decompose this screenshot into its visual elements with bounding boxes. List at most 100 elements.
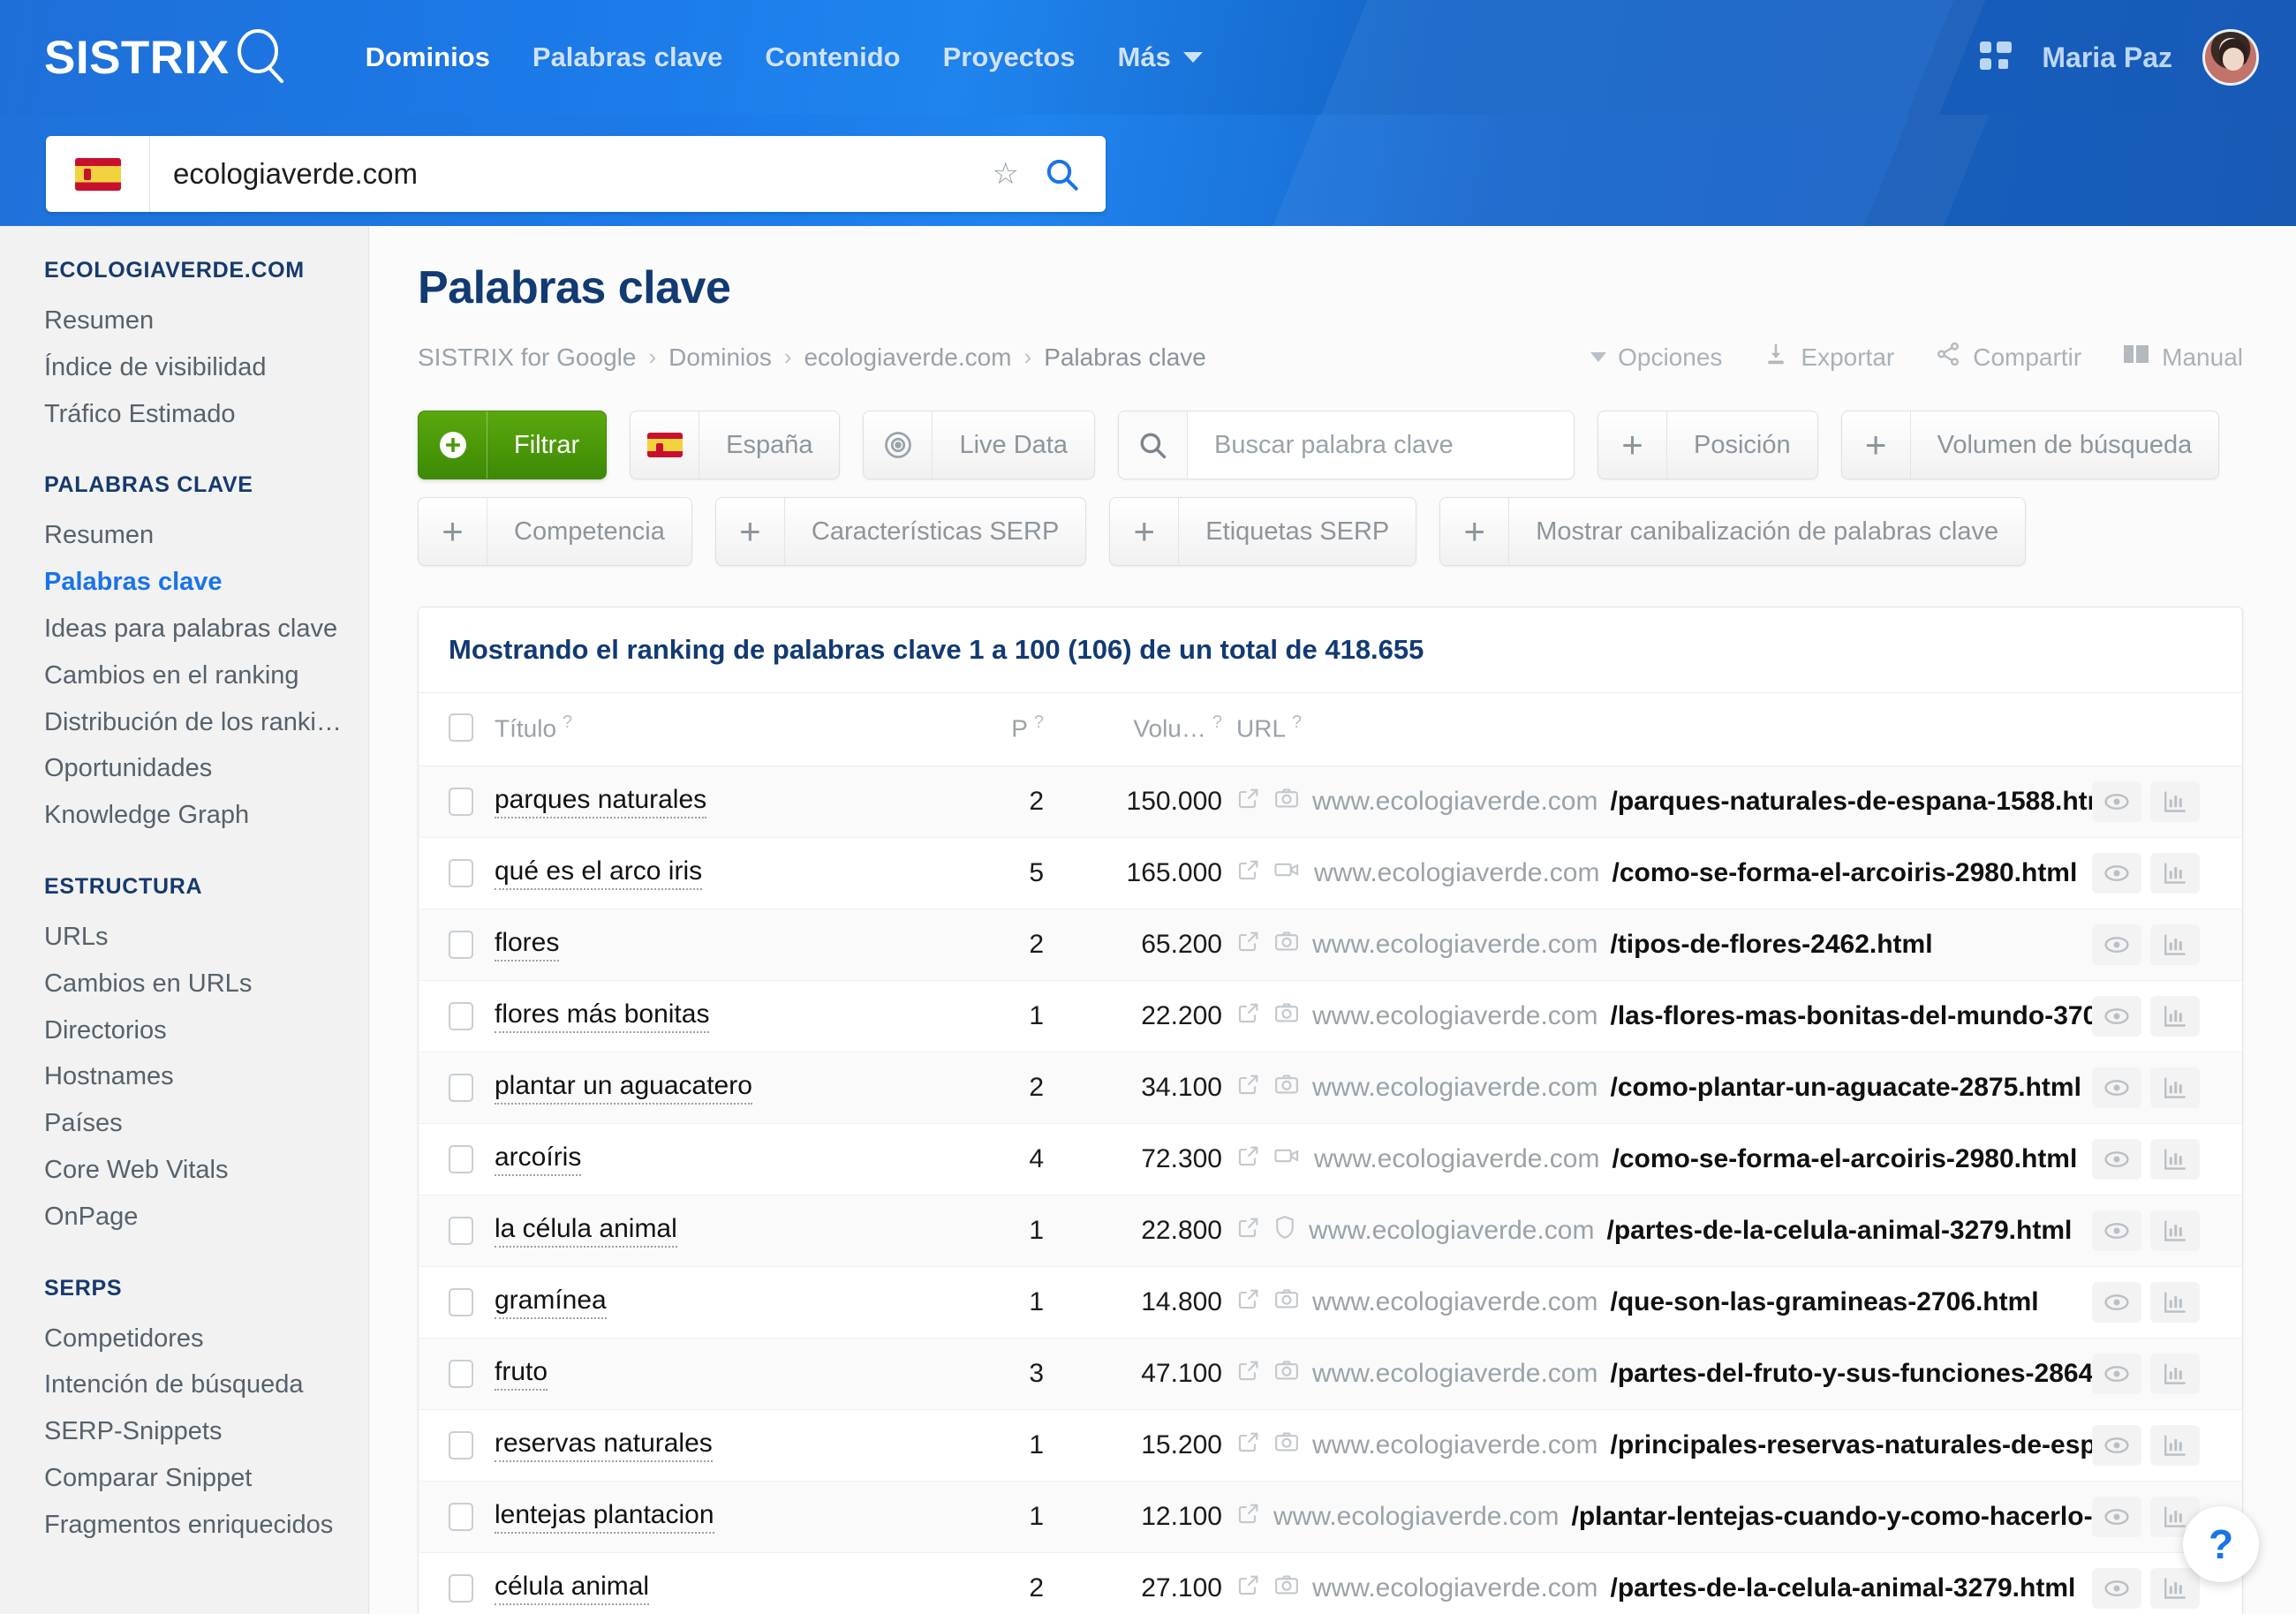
row-checkbox[interactable] (449, 1074, 473, 1103)
column-header-url[interactable]: URL? (1236, 693, 2092, 767)
sidebar-item-competidores[interactable]: Competidores (44, 1316, 368, 1362)
external-link-icon[interactable] (1236, 1501, 1261, 1533)
sidebar-item-resumen-domain[interactable]: Resumen (44, 298, 368, 344)
help-icon[interactable]: ? (2183, 1506, 2259, 1582)
eye-icon[interactable] (2092, 1282, 2141, 1324)
row-checkbox[interactable] (449, 1360, 473, 1389)
sidebar-item-fragmentos-enriquecidos[interactable]: Fragmentos enriquecidos (44, 1502, 368, 1549)
keyword-link[interactable]: plantar un aguacatero (495, 1071, 752, 1105)
sidebar-item-distribucion-rankings[interactable]: Distribución de los ranki… (44, 699, 368, 746)
eye-icon[interactable] (2092, 924, 2141, 966)
chart-bar-icon[interactable] (2150, 1139, 2200, 1180)
keyword-link[interactable]: flores más bonitas (495, 999, 710, 1034)
nav-item-mas[interactable]: Más (1118, 41, 1203, 73)
table-row[interactable]: la célula animal 1 22.800 www.ecologiaverde… (419, 1195, 2242, 1267)
sidebar-item-cambios-urls[interactable]: Cambios en URLs (44, 961, 368, 1007)
posicion-filter-button[interactable]: + Posición (1597, 411, 1818, 479)
external-link-icon[interactable] (1236, 1215, 1261, 1247)
breadcrumb-item-dominios[interactable]: Dominios (668, 343, 772, 372)
help-tooltip-icon[interactable]: ? (1212, 713, 1222, 732)
sidebar-item-hostnames[interactable]: Hostnames (44, 1053, 368, 1100)
sistrix-logo[interactable]: SISTRIX (44, 26, 286, 89)
chart-bar-icon[interactable] (2150, 1067, 2200, 1109)
keyword-link[interactable]: flores (495, 928, 560, 962)
column-header-titulo[interactable]: Título? (495, 693, 954, 767)
help-tooltip-icon[interactable]: ? (1034, 713, 1044, 732)
row-checkbox[interactable] (449, 1503, 473, 1532)
sidebar-item-core-web-vitals[interactable]: Core Web Vitals (44, 1147, 368, 1194)
manual-button[interactable]: Manual (2122, 343, 2243, 372)
external-link-icon[interactable] (1236, 1573, 1261, 1604)
table-row[interactable]: qué es el arco iris 5 165.000 www.ecologiav… (419, 837, 2242, 909)
breadcrumb-item-sistrix[interactable]: SISTRIX for Google (418, 343, 636, 372)
sidebar-item-intencion-busqueda[interactable]: Intención de búsqueda (44, 1361, 368, 1408)
external-link-icon[interactable] (1236, 1072, 1261, 1104)
select-all-checkbox[interactable] (449, 713, 473, 743)
chart-bar-icon[interactable] (2150, 1210, 2200, 1252)
sidebar-item-directorios[interactable]: Directorios (44, 1007, 368, 1054)
row-checkbox[interactable] (449, 1145, 473, 1174)
nav-item-palabras-clave[interactable]: Palabras clave (532, 41, 722, 73)
volumen-filter-button[interactable]: + Volumen de búsqueda (1840, 411, 2220, 479)
chart-bar-icon[interactable] (2150, 853, 2200, 894)
sidebar-item-oportunidades[interactable]: Oportunidades (44, 745, 368, 792)
keyword-link[interactable]: lentejas plantacion (495, 1500, 714, 1535)
external-link-icon[interactable] (1236, 857, 1261, 889)
row-checkbox[interactable] (449, 1288, 473, 1317)
column-header-posicion[interactable]: P? (954, 693, 1060, 767)
keyword-link[interactable]: la célula animal (495, 1214, 677, 1248)
sidebar-item-palabras-clave[interactable]: Palabras clave (44, 559, 368, 606)
keyword-search-pill[interactable] (1117, 411, 1575, 479)
options-button[interactable]: Opciones (1590, 343, 1722, 372)
keyword-link[interactable]: célula animal (495, 1572, 650, 1606)
sidebar-item-paises[interactable]: Países (44, 1100, 368, 1147)
external-link-icon[interactable] (1236, 1143, 1261, 1175)
eye-icon[interactable] (2092, 853, 2141, 894)
column-header-volumen[interactable]: Volu…? (1060, 693, 1236, 767)
sidebar-item-serp-snippets[interactable]: SERP-Snippets (44, 1408, 368, 1455)
eye-icon[interactable] (2092, 1425, 2141, 1467)
row-checkbox[interactable] (449, 859, 473, 888)
sidebar-item-cambios-ranking[interactable]: Cambios en el ranking (44, 652, 368, 699)
eye-icon[interactable] (2092, 1139, 2141, 1180)
chart-bar-icon[interactable] (2150, 1354, 2200, 1395)
country-filter-button[interactable]: España (630, 411, 841, 479)
country-selector[interactable] (46, 136, 150, 212)
table-row[interactable]: flores 2 65.200 www.ecologiaverde.com/tipos… (419, 909, 2242, 981)
table-row[interactable]: parques naturales 2 150.000 www.ecologiaver… (419, 766, 2242, 838)
keyword-link[interactable]: gramínea (495, 1286, 607, 1320)
keyword-link[interactable]: qué es el arco iris (495, 856, 703, 891)
caracteristicas-serp-filter-button[interactable]: + Características SERP (714, 497, 1087, 566)
table-row[interactable]: reservas naturales 1 15.200 www.ecologiaver… (419, 1409, 2242, 1482)
eye-icon[interactable] (2092, 996, 2141, 1037)
row-checkbox[interactable] (449, 1574, 473, 1603)
sidebar-item-comparar-snippet[interactable]: Comparar Snippet (44, 1455, 368, 1502)
live-data-button[interactable]: Live Data (863, 411, 1095, 479)
eye-icon[interactable] (2092, 1354, 2141, 1395)
sidebar-item-trafico-estimado[interactable]: Tráfico Estimado (44, 391, 368, 438)
etiquetas-serp-filter-button[interactable]: + Etiquetas SERP (1109, 497, 1417, 566)
help-tooltip-icon[interactable]: ? (1292, 713, 1302, 732)
user-name[interactable]: Maria Paz (2042, 41, 2172, 74)
nav-item-proyectos[interactable]: Proyectos (943, 41, 1076, 73)
row-checkbox[interactable] (449, 931, 473, 960)
external-link-icon[interactable] (1236, 1000, 1261, 1032)
keyword-link[interactable]: reservas naturales (495, 1429, 713, 1463)
nav-item-contenido[interactable]: Contenido (765, 41, 900, 73)
row-checkbox[interactable] (449, 788, 473, 817)
chart-bar-icon[interactable] (2150, 1282, 2200, 1324)
nav-item-dominios[interactable]: Dominios (366, 41, 490, 73)
help-tooltip-icon[interactable]: ? (563, 713, 572, 732)
sidebar-item-knowledge-graph[interactable]: Knowledge Graph (44, 792, 368, 839)
eye-icon[interactable] (2092, 781, 2141, 823)
keyword-link[interactable]: fruto (495, 1357, 548, 1392)
chart-bar-icon[interactable] (2150, 996, 2200, 1037)
table-row[interactable]: célula animal 2 27.100 www.ecologiaverde.co… (419, 1552, 2242, 1614)
breadcrumb-item-domain[interactable]: ecologiaverde.com (804, 343, 1011, 372)
keyword-search-input[interactable] (1213, 430, 1547, 460)
search-input[interactable] (150, 157, 993, 191)
sidebar-item-ideas-palabras-clave[interactable]: Ideas para palabras clave (44, 606, 368, 652)
table-row[interactable]: plantar un aguacatero 2 34.100 www.ecologia… (419, 1052, 2242, 1124)
keyword-link[interactable]: arcoíris (495, 1143, 582, 1177)
eye-icon[interactable] (2092, 1568, 2141, 1610)
